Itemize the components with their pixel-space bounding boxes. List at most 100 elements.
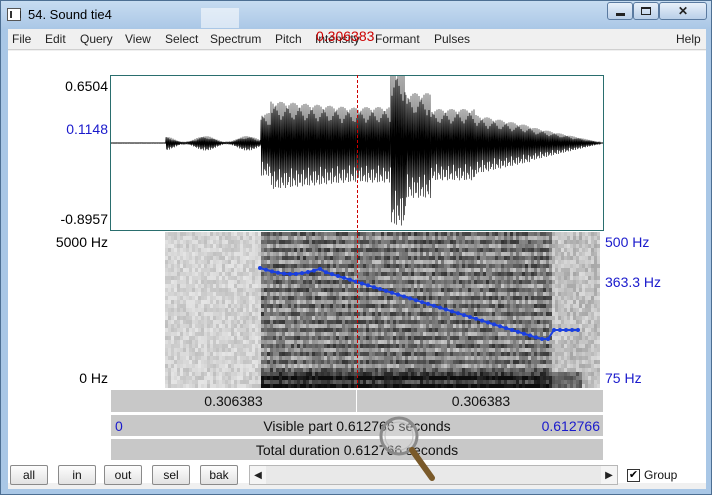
- pitch-point: [396, 292, 400, 297]
- group-label: Group: [644, 468, 678, 482]
- pitch-point: [486, 320, 490, 325]
- visible-part-bar[interactable]: 0 Visible part 0.612766 seconds 0.612766: [110, 414, 604, 437]
- pitch-point: [372, 285, 376, 290]
- spectrogram-texture: [165, 232, 600, 388]
- pitch-point: [342, 275, 346, 280]
- pitch-point: [414, 298, 418, 303]
- maximize-icon: [641, 7, 651, 15]
- selection-bar: 0.306383 0.306383: [110, 389, 604, 413]
- pitch-point: [474, 316, 478, 321]
- menu-help[interactable]: Help: [676, 32, 701, 46]
- zoom-back-button[interactable]: bak: [200, 465, 238, 485]
- menu-select[interactable]: Select: [165, 32, 198, 46]
- pitch-point: [390, 290, 394, 295]
- menu-edit[interactable]: Edit: [45, 32, 66, 46]
- pitch-point: [294, 271, 298, 276]
- segment-right[interactable]: 0.306383: [358, 390, 604, 412]
- pitch-point: [264, 267, 268, 272]
- spectrogram-freq-max: 5000 Hz: [55, 234, 108, 250]
- pitch-point: [570, 328, 574, 332]
- menu-pulses[interactable]: Pulses: [434, 32, 470, 46]
- title-bar[interactable]: 54. Sound tie4 ✕: [1, 1, 711, 29]
- pitch-point: [456, 311, 460, 316]
- pitch-point: [498, 324, 502, 329]
- pitch-axis-max: 500 Hz: [605, 234, 650, 250]
- pitch-axis-min: 75 Hz: [605, 370, 642, 386]
- praat-app-icon: [7, 8, 21, 21]
- zoom-all-button[interactable]: all: [10, 465, 48, 485]
- pitch-point: [540, 337, 544, 341]
- pitch-point: [348, 277, 352, 282]
- minimize-icon: [615, 12, 625, 16]
- total-duration-bar[interactable]: Total duration 0.612766 seconds: [110, 438, 604, 461]
- pitch-point: [546, 337, 550, 341]
- pitch-point: [426, 301, 430, 306]
- pitch-point: [402, 294, 406, 299]
- menu-file[interactable]: File: [12, 32, 31, 46]
- pitch-point: [336, 274, 340, 279]
- scroll-left-icon[interactable]: ◀: [250, 466, 266, 484]
- pitch-point: [300, 271, 304, 276]
- maximize-button[interactable]: [633, 2, 659, 20]
- segment-left[interactable]: 0.306383: [111, 390, 357, 412]
- pitch-point: [576, 328, 580, 332]
- waveform-y-max: 0.6504: [65, 78, 108, 94]
- time-cursor-line: [357, 75, 358, 388]
- menu-query[interactable]: Query: [80, 32, 113, 46]
- pitch-point: [564, 328, 568, 332]
- pitch-point: [288, 271, 292, 276]
- pitch-point: [384, 288, 388, 293]
- minimize-button[interactable]: [607, 2, 633, 20]
- pitch-point: [510, 327, 514, 332]
- pitch-axis-cursor: 363.3 Hz: [605, 274, 662, 290]
- pitch-point: [330, 272, 334, 277]
- pitch-point: [366, 283, 370, 288]
- waveform-y-cursor: 0.1148: [66, 121, 108, 137]
- pitch-point: [276, 270, 280, 275]
- menu-spectrum[interactable]: Spectrum: [210, 32, 261, 46]
- scroll-right-icon[interactable]: ▶: [601, 466, 617, 484]
- menu-formant[interactable]: Formant: [375, 32, 420, 46]
- window-title: 54. Sound tie4: [28, 7, 112, 22]
- pitch-point: [360, 281, 364, 286]
- pitch-point: [282, 271, 286, 276]
- visible-start: 0: [115, 418, 123, 434]
- magnifier-icon: [379, 416, 435, 481]
- pitch-point: [462, 313, 466, 318]
- pitch-point: [522, 331, 526, 336]
- pitch-point: [504, 326, 508, 331]
- visible-end: 0.612766: [541, 418, 600, 434]
- title-overlay: [201, 8, 239, 28]
- pitch-point: [258, 266, 262, 270]
- menu-pitch[interactable]: Pitch: [275, 32, 302, 46]
- pitch-point: [444, 307, 448, 312]
- cursor-time-readout: 0.306383: [316, 28, 375, 44]
- waveform-y-min: -0.8957: [60, 211, 108, 227]
- pitch-point: [306, 270, 310, 275]
- pitch-point: [528, 333, 532, 338]
- pitch-point: [312, 268, 316, 273]
- pitch-point: [408, 296, 412, 301]
- menu-view[interactable]: View: [125, 32, 151, 46]
- pitch-point: [480, 318, 484, 323]
- pitch-point: [450, 309, 454, 314]
- pitch-point: [492, 322, 496, 327]
- pitch-point: [468, 314, 472, 319]
- pitch-point: [432, 303, 436, 308]
- zoom-sel-button[interactable]: sel: [152, 465, 190, 485]
- pitch-point: [558, 328, 562, 332]
- pitch-point: [420, 300, 424, 305]
- pitch-point: [270, 269, 274, 274]
- close-button[interactable]: ✕: [659, 2, 707, 20]
- group-checkbox[interactable]: ✔: [627, 469, 640, 482]
- pitch-point: [324, 270, 328, 275]
- pitch-point: [534, 335, 538, 340]
- pitch-point: [318, 266, 322, 271]
- zoom-out-button[interactable]: out: [104, 465, 142, 485]
- pitch-point: [516, 329, 520, 334]
- spectrogram-freq-min: 0 Hz: [79, 370, 108, 386]
- pitch-point: [438, 305, 442, 310]
- pitch-point: [378, 287, 382, 292]
- zoom-in-button[interactable]: in: [58, 465, 96, 485]
- pitch-point: [552, 328, 556, 332]
